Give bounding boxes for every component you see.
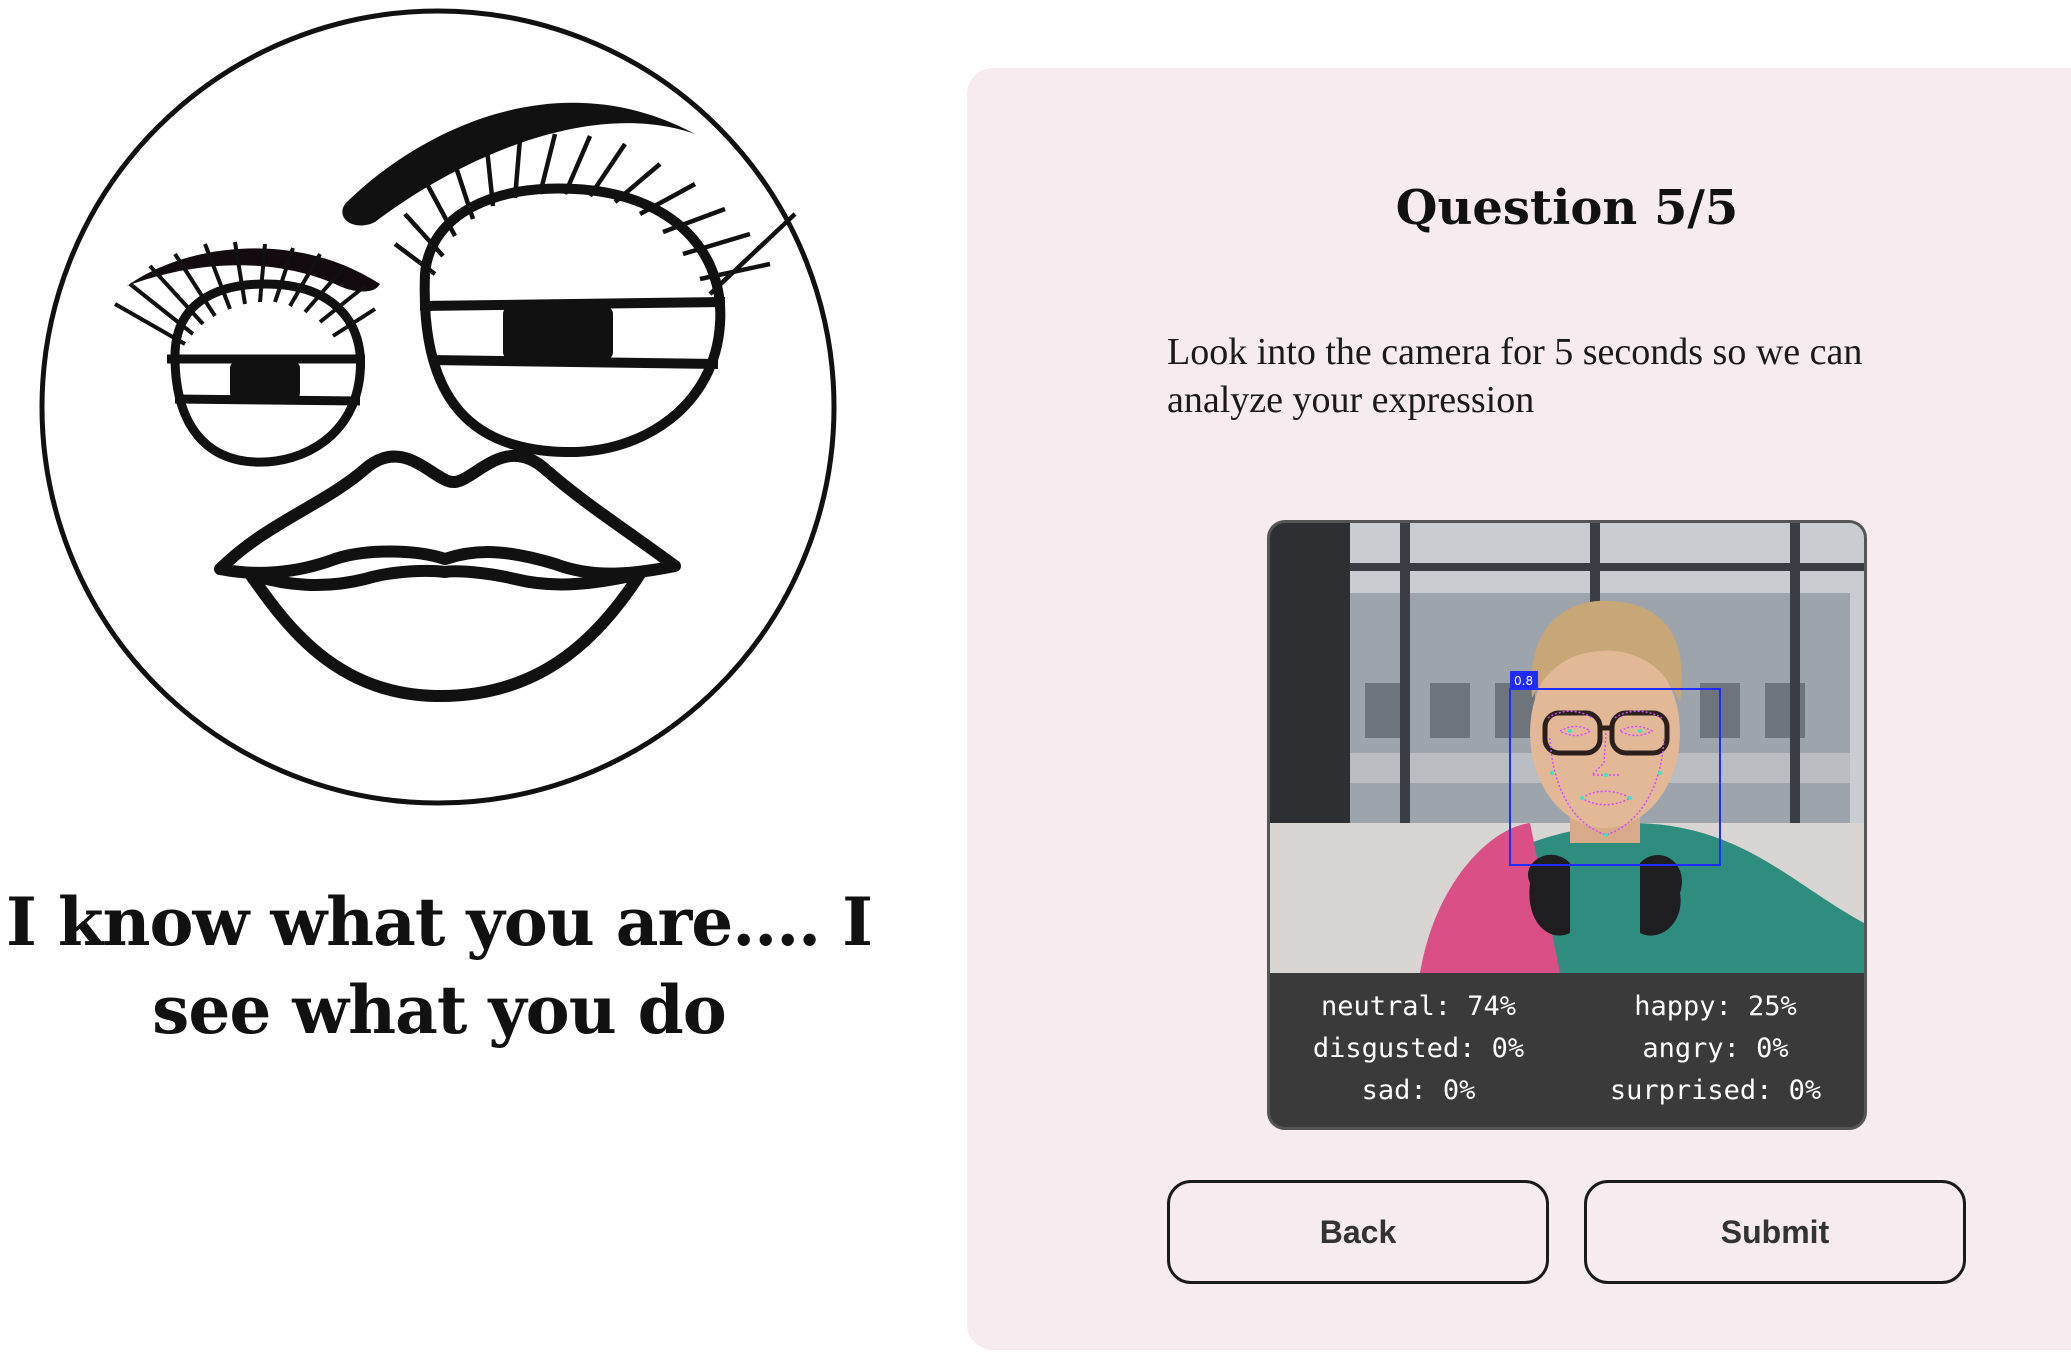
page: I know what you are.... I see what you d… <box>0 0 2071 1358</box>
emotion-neutral: neutral: 74% <box>1320 991 1517 1022</box>
emotion-sad: sad: 0% <box>1361 1075 1476 1106</box>
back-button[interactable]: Back <box>1167 1180 1549 1284</box>
curtain <box>1270 523 1350 823</box>
emotion-readout: neutral: 74% happy: 25% disgusted: 0% an… <box>1270 978 1864 1127</box>
submit-button[interactable]: Submit <box>1584 1180 1966 1284</box>
question-prompt: Look into the camera for 5 seconds so we… <box>1167 331 1863 421</box>
emotion-surprised: surprised: 0% <box>1609 1075 1822 1106</box>
emotion-disgusted: disgusted: 0% <box>1312 1033 1525 1064</box>
emotion-angry: angry: 0% <box>1642 1033 1789 1064</box>
camera-widget: 0.8 neutral: 74% happy: 25% disgusted: 0… <box>1267 520 1867 1130</box>
emotion-happy: happy: 25% <box>1634 991 1797 1022</box>
question-title-container: Question 5/5 <box>1367 180 1767 236</box>
face-illustration <box>39 8 837 806</box>
question-title: Question 5/5 <box>1395 180 1739 236</box>
tagline: I know what you are.... I see what you d… <box>5 883 873 1049</box>
camera-feed: 0.8 <box>1270 523 1864 973</box>
detection-score: 0.8 <box>1514 674 1533 688</box>
